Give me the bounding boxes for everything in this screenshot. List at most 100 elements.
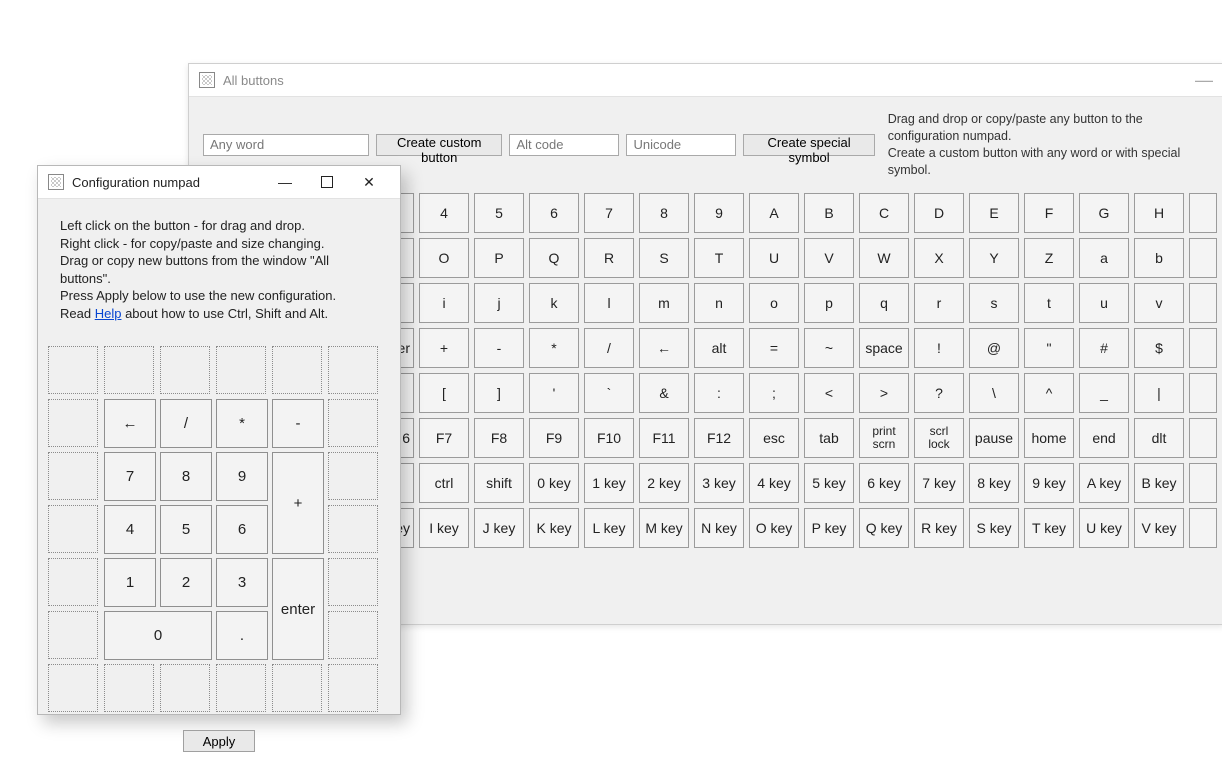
key-button[interactable]: l [584,283,634,323]
key-button[interactable]: p [804,283,854,323]
key-button[interactable]: 6 key [859,463,909,503]
key-button[interactable]: X [914,238,964,278]
key-button[interactable]: W [859,238,909,278]
key-button[interactable]: Q key [859,508,909,548]
key-button[interactable]: 4 key [749,463,799,503]
numpad-key[interactable]: 1 [104,558,156,607]
key-button[interactable]: R key [914,508,964,548]
numpad-key[interactable]: * [216,399,268,448]
key-button[interactable]: D [914,193,964,233]
key-button[interactable] [1189,373,1217,413]
key-button[interactable]: @ [969,328,1019,368]
numpad-key[interactable]: + [272,452,324,554]
numpad-slot[interactable] [216,346,266,394]
key-button[interactable] [1189,328,1217,368]
key-button[interactable] [1189,508,1217,548]
numpad-slot[interactable] [48,611,98,659]
key-button[interactable]: T [694,238,744,278]
key-button[interactable]: end [1079,418,1129,458]
key-button[interactable]: k [529,283,579,323]
key-button[interactable]: " [1024,328,1074,368]
key-button[interactable]: Y [969,238,1019,278]
key-button[interactable]: F [1024,193,1074,233]
key-button[interactable]: I key [419,508,469,548]
key-button[interactable]: F12 [694,418,744,458]
key-button[interactable]: : [694,373,744,413]
key-button[interactable]: n [694,283,744,323]
key-button[interactable]: S key [969,508,1019,548]
key-button[interactable]: j [474,283,524,323]
numpad-slot[interactable] [328,452,378,500]
key-button[interactable] [1189,238,1217,278]
numpad-key[interactable]: 6 [216,505,268,554]
key-button[interactable]: + [419,328,469,368]
key-button[interactable]: shift [474,463,524,503]
key-button[interactable]: F9 [529,418,579,458]
key-button[interactable]: F8 [474,418,524,458]
key-button[interactable]: L key [584,508,634,548]
key-button[interactable]: < [804,373,854,413]
key-button[interactable]: 5 key [804,463,854,503]
numpad-key[interactable]: 5 [160,505,212,554]
key-button[interactable]: U [749,238,799,278]
key-button[interactable]: B key [1134,463,1184,503]
numpad-slot[interactable] [104,346,154,394]
numpad-slot[interactable] [48,664,98,712]
key-button[interactable] [1189,193,1217,233]
key-button[interactable]: * [529,328,579,368]
key-button[interactable]: b [1134,238,1184,278]
numpad-slot[interactable] [328,664,378,712]
key-button[interactable]: t [1024,283,1074,323]
key-button[interactable]: J key [474,508,524,548]
numpad-slot[interactable] [328,346,378,394]
key-button[interactable]: home [1024,418,1074,458]
key-button[interactable]: q [859,283,909,323]
key-button[interactable]: F7 [419,418,469,458]
key-button[interactable]: alt [694,328,744,368]
key-button[interactable]: | [1134,373,1184,413]
key-button[interactable]: B [804,193,854,233]
numpad-slot[interactable] [48,346,98,394]
key-button[interactable] [1189,463,1217,503]
numpad-slot[interactable] [272,664,322,712]
create-special-symbol-button[interactable]: Create special symbol [743,134,874,156]
maximize-button[interactable] [306,168,348,196]
numpad-slot[interactable] [160,664,210,712]
numpad-key[interactable]: / [160,399,212,448]
minimize-button[interactable]: — [264,168,306,196]
key-button[interactable]: i [419,283,469,323]
key-button[interactable]: A key [1079,463,1129,503]
key-button[interactable]: N key [694,508,744,548]
key-button[interactable]: U key [1079,508,1129,548]
key-button[interactable]: - [474,328,524,368]
key-button[interactable]: 6 [529,193,579,233]
numpad-slot[interactable] [328,399,378,447]
key-button[interactable]: u [1079,283,1129,323]
key-button[interactable] [1189,283,1217,323]
key-button[interactable]: o [749,283,799,323]
numpad-key[interactable]: ← [104,399,156,448]
key-button[interactable] [1189,418,1217,458]
numpad-slot[interactable] [216,664,266,712]
key-button[interactable]: r [914,283,964,323]
key-button[interactable]: 1 key [584,463,634,503]
key-button[interactable]: C [859,193,909,233]
key-button[interactable]: esc [749,418,799,458]
key-button[interactable]: E [969,193,1019,233]
key-button[interactable]: 4 [419,193,469,233]
key-button[interactable]: F10 [584,418,634,458]
key-button[interactable]: M key [639,508,689,548]
key-button[interactable]: P key [804,508,854,548]
numpad-slot[interactable] [328,611,378,659]
apply-button[interactable]: Apply [183,730,255,752]
numpad-slot[interactable] [104,664,154,712]
numpad-key[interactable]: 8 [160,452,212,501]
key-button[interactable]: s [969,283,1019,323]
key-button[interactable]: 8 key [969,463,1019,503]
numpad-key[interactable]: 2 [160,558,212,607]
key-button[interactable]: 7 key [914,463,964,503]
any-word-input[interactable] [203,134,369,156]
key-button[interactable]: ← [639,328,689,368]
key-button[interactable]: R [584,238,634,278]
key-button[interactable]: A [749,193,799,233]
